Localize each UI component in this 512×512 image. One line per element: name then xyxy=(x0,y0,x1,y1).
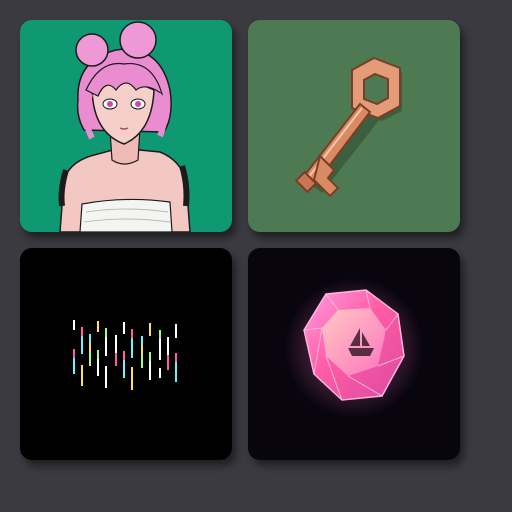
bronze-key-icon xyxy=(248,20,460,232)
gallery-tile-glitch[interactable] xyxy=(20,248,232,460)
gallery-tile-key[interactable] xyxy=(248,20,460,232)
nft-gallery-grid xyxy=(0,0,512,512)
gallery-tile-gem[interactable] xyxy=(248,248,460,460)
pink-gem-icon xyxy=(248,248,460,460)
anime-girl-portrait-icon xyxy=(20,20,232,232)
gallery-tile-portrait[interactable] xyxy=(20,20,232,232)
glitch-lines-icon xyxy=(20,248,232,460)
